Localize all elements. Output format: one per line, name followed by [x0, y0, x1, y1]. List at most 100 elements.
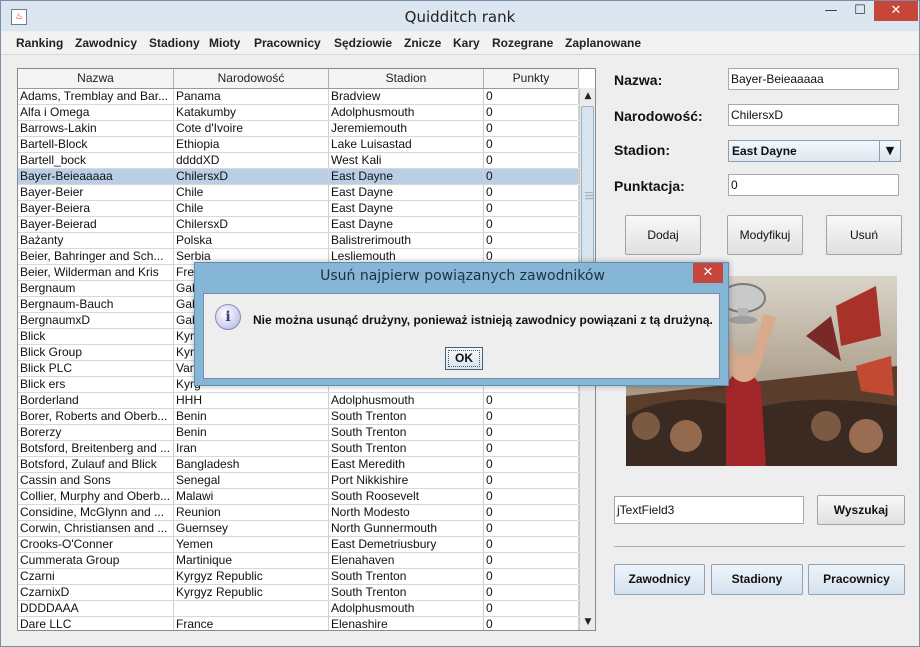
punktacja-field[interactable]: 0: [728, 174, 899, 196]
cell-narodowosc: HHH: [174, 393, 329, 408]
cell-narodowosc: Kyrgyz Republic: [174, 569, 329, 584]
table-row[interactable]: Botsford, Breitenberg and ... Iran South T…: [18, 441, 579, 457]
cell-nazwa: Crooks-O'Conner: [18, 537, 174, 552]
cell-nazwa: Bartell-Block: [18, 137, 174, 152]
table-row[interactable]: Borer, Roberts and Oberb... Benin South Tr…: [18, 409, 579, 425]
menu-zaplanowane[interactable]: Zaplanowane: [565, 36, 641, 50]
modyfikuj-button[interactable]: Modyfikuj: [727, 215, 803, 255]
cell-narodowosc: Benin: [174, 425, 329, 440]
zawodnicy-button[interactable]: Zawodnicy: [614, 564, 705, 595]
info-icon: i: [215, 304, 241, 330]
table-row[interactable]: Adams, Tremblay and Bar... Panama Bradview…: [18, 89, 579, 105]
menu-pracownicy[interactable]: Pracownicy: [254, 36, 321, 50]
table-row[interactable]: Bayer-Beiera Chile East Dayne 0: [18, 201, 579, 217]
menu-mioty[interactable]: Mioty: [209, 36, 240, 50]
table-row[interactable]: Bayer-Beierad ChilersxD East Dayne 0: [18, 217, 579, 233]
table-row[interactable]: Considine, McGlynn and ... Reunion North M…: [18, 505, 579, 521]
cell-narodowosc: Guernsey: [174, 521, 329, 536]
wyszukaj-button[interactable]: Wyszukaj: [817, 495, 905, 525]
table-row[interactable]: Collier, Murphy and Oberb... Malawi South …: [18, 489, 579, 505]
table-row[interactable]: Cassin and Sons Senegal Port Nikkishire 0: [18, 473, 579, 489]
dodaj-button[interactable]: Dodaj: [625, 215, 701, 255]
cell-narodowosc: Iran: [174, 441, 329, 456]
cell-nazwa: Bartell_bock: [18, 153, 174, 168]
cell-punkty: 0: [484, 121, 579, 136]
cell-punkty: 0: [484, 169, 579, 184]
column-header-narodowosc[interactable]: Narodowość: [174, 69, 329, 88]
search-field[interactable]: jTextField3: [614, 496, 804, 524]
table-row[interactable]: Cummerata Group Martinique Elenahaven 0: [18, 553, 579, 569]
menu-stadiony[interactable]: Stadiony: [149, 36, 200, 50]
table-row[interactable]: Bayer-Beier Chile East Dayne 0: [18, 185, 579, 201]
menu-znicze[interactable]: Znicze: [404, 36, 441, 50]
cell-nazwa: Blick: [18, 329, 174, 344]
scroll-grip-icon: ― ― ―: [585, 188, 593, 203]
table-row[interactable]: Barrows-Lakin Cote d'Ivoire Jeremiemouth 0: [18, 121, 579, 137]
ok-button[interactable]: OK: [445, 347, 483, 370]
stadion-combobox[interactable]: East Dayne ▼: [728, 140, 901, 162]
table-row[interactable]: Bartell_bock ddddXD West Kali 0: [18, 153, 579, 169]
minimize-button[interactable]: —: [816, 1, 846, 21]
cell-stadion: North Modesto: [329, 505, 484, 520]
cell-punkty: 0: [484, 105, 579, 120]
cell-stadion: East Demetriusbury: [329, 537, 484, 552]
cell-narodowosc: Cote d'Ivoire: [174, 121, 329, 136]
narodowosc-field[interactable]: ChilersxD: [728, 104, 899, 126]
close-button[interactable]: ✕: [874, 1, 918, 21]
cell-narodowosc: ddddXD: [174, 153, 329, 168]
cell-punkty: 0: [484, 89, 579, 104]
maximize-button[interactable]: ☐: [846, 1, 874, 21]
column-header-nazwa[interactable]: Nazwa: [18, 69, 174, 88]
table-row[interactable]: Czarni Kyrgyz Republic South Trenton 0: [18, 569, 579, 585]
nazwa-field[interactable]: Bayer-Beieaaaaa: [728, 68, 899, 90]
title-bar: ♨ Quidditch rank — ☐ ✕: [1, 1, 919, 31]
cell-nazwa: Bayer-Beieaaaaa: [18, 169, 174, 184]
cell-punkty: 0: [484, 185, 579, 200]
table-row[interactable]: Borerzy Benin South Trenton 0: [18, 425, 579, 441]
dropdown-arrow-icon[interactable]: ▼: [879, 141, 900, 161]
cell-stadion: Lake Luisastad: [329, 137, 484, 152]
cell-stadion: West Kali: [329, 153, 484, 168]
cell-punkty: 0: [484, 393, 579, 408]
cell-nazwa: Cummerata Group: [18, 553, 174, 568]
cell-punkty: 0: [484, 153, 579, 168]
cell-narodowosc: Chile: [174, 185, 329, 200]
cell-punkty: 0: [484, 617, 579, 630]
scroll-up-arrow-icon[interactable]: ▲: [580, 88, 595, 104]
menu-zawodnicy[interactable]: Zawodnicy: [75, 36, 137, 50]
table-row[interactable]: Corwin, Christiansen and ... Guernsey Nort…: [18, 521, 579, 537]
cell-stadion: South Trenton: [329, 425, 484, 440]
cell-narodowosc: Ethiopia: [174, 137, 329, 152]
window-title: Quidditch rank: [404, 8, 516, 26]
menu-sedziowie[interactable]: Sędziowie: [334, 36, 392, 50]
table-row[interactable]: Crooks-O'Conner Yemen East Demetriusbury 0: [18, 537, 579, 553]
table-row[interactable]: Borderland HHH Adolphusmouth 0: [18, 393, 579, 409]
cell-nazwa: Bażanty: [18, 233, 174, 248]
pracownicy-button[interactable]: Pracownicy: [808, 564, 905, 595]
table-row[interactable]: Dare LLC France Elenashire 0: [18, 617, 579, 630]
stadiony-button[interactable]: Stadiony: [711, 564, 803, 595]
column-header-stadion[interactable]: Stadion: [329, 69, 484, 88]
error-dialog: Usuń najpierw powiązanych zawodników ✕ i…: [194, 262, 729, 386]
menu-kary[interactable]: Kary: [453, 36, 480, 50]
usun-button[interactable]: Usuń: [826, 215, 902, 255]
dialog-message: Nie można usunąć drużyny, ponieważ istni…: [253, 313, 713, 327]
table-row[interactable]: Bartell-Block Ethiopia Lake Luisastad 0: [18, 137, 579, 153]
table-row[interactable]: CzarnixD Kyrgyz Republic South Trenton 0: [18, 585, 579, 601]
menu-rozegrane[interactable]: Rozegrane: [492, 36, 553, 50]
column-header-punkty[interactable]: Punkty: [484, 69, 579, 88]
dialog-close-button[interactable]: ✕: [693, 263, 723, 283]
table-row[interactable]: Alfa i Omega Katakumby Adolphusmouth 0: [18, 105, 579, 121]
table-row[interactable]: DDDDAAA Adolphusmouth 0: [18, 601, 579, 617]
cell-stadion: South Trenton: [329, 409, 484, 424]
menu-ranking[interactable]: Ranking: [16, 36, 63, 50]
cell-narodowosc: Reunion: [174, 505, 329, 520]
table-row[interactable]: Bażanty Polska Balistrerimouth 0: [18, 233, 579, 249]
scroll-thumb[interactable]: ― ― ―: [581, 106, 594, 286]
table-row[interactable]: Botsford, Zulauf and Blick Bangladesh East…: [18, 457, 579, 473]
scroll-down-arrow-icon[interactable]: ▼: [580, 614, 595, 630]
table-row[interactable]: Bayer-Beieaaaaa ChilersxD East Dayne 0: [18, 169, 579, 185]
cell-punkty: 0: [484, 441, 579, 456]
cell-punkty: 0: [484, 521, 579, 536]
cell-nazwa: Bergnaum-Bauch: [18, 297, 174, 312]
